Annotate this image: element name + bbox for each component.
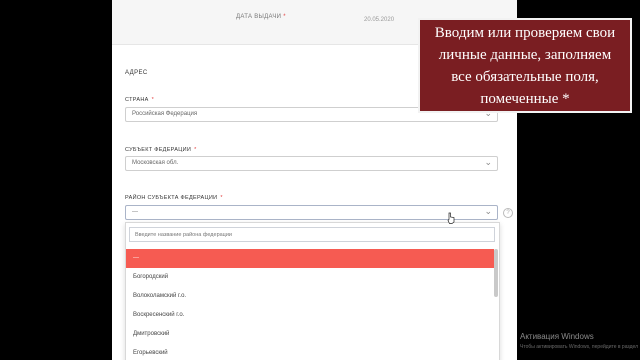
district-label: РАЙОН СУБЪЕКТА ФЕДЕРАЦИИ * xyxy=(125,195,223,201)
chevron-down-icon: ⌄ xyxy=(484,157,492,167)
subject-value: Московская обл. xyxy=(132,160,179,166)
option-voskresensky[interactable]: Воскресенский г.о. xyxy=(126,306,494,325)
district-dropdown: Введите название района федерации --- Бо… xyxy=(125,222,500,360)
option-volokolamsky[interactable]: Волоколамский г.о. xyxy=(126,287,494,306)
option-bogorodsky[interactable]: Богородский xyxy=(126,268,494,287)
district-value: --- xyxy=(132,209,138,215)
callout-line: личные данные, заполняем xyxy=(438,47,612,63)
option-dmitrovsky[interactable]: Дмитровский xyxy=(126,325,494,344)
windows-activation-watermark: Активация Windows xyxy=(520,332,594,341)
district-options: --- Богородский Волоколамский г.о. Воскр… xyxy=(126,249,494,360)
option-empty[interactable]: --- xyxy=(126,249,494,268)
subject-select[interactable]: Московская обл. ⌄ xyxy=(125,156,498,171)
callout-line: помеченные * xyxy=(480,91,570,107)
country-label: СТРАНА * xyxy=(125,97,155,103)
dropdown-scrollbar[interactable] xyxy=(494,249,498,297)
district-select[interactable]: --- ⌄ xyxy=(125,205,498,220)
option-egoryevsky[interactable]: Егорьевский xyxy=(126,344,494,360)
issue-date-label: ДАТА ВЫДАЧИ * xyxy=(236,14,286,20)
issue-date-value[interactable]: 20.05.2020 xyxy=(364,17,394,23)
address-section-title: АДРЕС xyxy=(125,70,148,76)
chevron-down-icon: ⌄ xyxy=(484,206,492,216)
callout-line: Вводим или проверяем свои xyxy=(434,25,616,41)
callout-line: все обязательные поля, xyxy=(451,69,599,85)
windows-activation-subtitle: Чтобы активировать Windows, перейдите в … xyxy=(520,344,639,350)
instruction-callout: Вводим или проверяем свои личные данные,… xyxy=(418,18,632,113)
district-search-input[interactable]: Введите название района федерации xyxy=(129,227,495,242)
district-search-placeholder: Введите название района федерации xyxy=(135,232,232,238)
hand-cursor-icon xyxy=(447,212,455,224)
subject-label: СУБЪЕКТ ФЕДЕРАЦИИ * xyxy=(125,147,197,153)
country-value: Российская Федерация xyxy=(132,111,198,117)
help-icon[interactable]: ? xyxy=(503,208,513,218)
